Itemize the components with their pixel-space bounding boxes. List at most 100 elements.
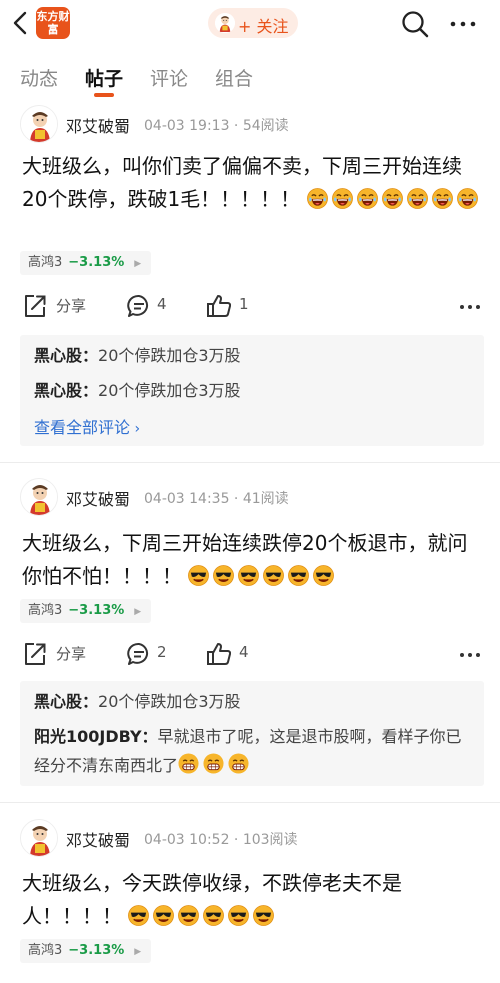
sunglasses-emoji-icon — [153, 905, 174, 926]
sunglasses-emoji-icon — [228, 905, 249, 926]
sunglasses-emoji-icon — [203, 905, 224, 926]
thumbs-up-icon — [207, 643, 232, 665]
emoji-group — [307, 187, 482, 211]
stock-tag[interactable]: 高鸿3 −3.13% ▶ — [20, 599, 152, 623]
avatar[interactable] — [20, 478, 58, 516]
divider — [0, 802, 500, 803]
play-arrow-icon: ▶ — [134, 259, 142, 269]
sunglasses-emoji-icon — [253, 905, 274, 926]
post-actions: 分享 2 4 — [0, 639, 500, 669]
laughing-emoji-icon — [432, 188, 453, 209]
author-name[interactable]: 邓艾破蜀 — [66, 113, 130, 137]
sunglasses-emoji-icon — [263, 565, 284, 586]
comment-user[interactable]: 黑心股： — [34, 346, 98, 365]
like-button[interactable]: 1 — [206, 291, 256, 321]
laughing-emoji-icon — [332, 188, 353, 209]
like-count: 1 — [239, 295, 249, 313]
avatar[interactable] — [20, 819, 58, 857]
comment-icon — [127, 294, 149, 317]
emoji-group — [178, 756, 253, 775]
stock-name: 高鸿3 — [28, 603, 63, 618]
comment-user[interactable]: 黑心股： — [34, 692, 98, 711]
comment-icon — [127, 642, 149, 665]
top-bar: 东方财富 + 关注 — [0, 0, 500, 48]
stock-name: 高鸿3 — [28, 943, 63, 958]
follow-button[interactable]: + 关注 — [208, 8, 298, 38]
more-icon[interactable] — [458, 297, 482, 317]
comment-line[interactable]: 阳光100JDBY：早就退市了呢，这是退市股啊，看样子你已经分不清东南西北了 — [34, 722, 474, 780]
stock-change: −3.13% — [68, 943, 125, 958]
like-count: 4 — [239, 643, 249, 661]
comment-text: 20个停跌加仓3万股 — [98, 346, 241, 365]
chevron-right-icon: › — [130, 421, 141, 437]
comment-user[interactable]: 阳光100JDBY： — [34, 727, 158, 746]
stock-tag[interactable]: 高鸿3 −3.13% ▶ — [20, 251, 152, 275]
follow-label: + 关注 — [238, 17, 289, 36]
divider — [0, 462, 500, 463]
see-all-comments-link[interactable]: 查看全部评论 › — [34, 414, 140, 438]
play-arrow-icon: ▶ — [134, 947, 142, 957]
author-name[interactable]: 邓艾破蜀 — [66, 827, 130, 851]
sunglasses-emoji-icon — [128, 905, 149, 926]
tab-comments[interactable]: 评论 — [150, 64, 188, 91]
share-button[interactable]: 分享 — [22, 291, 92, 321]
comment-line[interactable]: 黑心股：20个停跌加仓3万股 — [34, 341, 474, 370]
tab-posts[interactable]: 帖子 — [85, 64, 123, 91]
sunglasses-emoji-icon — [288, 565, 309, 586]
like-button[interactable]: 4 — [206, 639, 256, 669]
see-all-label: 查看全部评论 — [34, 418, 131, 437]
comment-count: 4 — [157, 295, 167, 313]
play-arrow-icon: ▶ — [134, 607, 142, 617]
laughing-emoji-icon — [457, 188, 478, 209]
back-arrow-icon[interactable] — [8, 10, 34, 36]
comment-line[interactable]: 黑心股：20个停跌加仓3万股 — [34, 687, 474, 716]
post-meta: 04-03 14:35 · 41阅读 — [144, 491, 289, 507]
avatar[interactable] — [20, 105, 58, 143]
tab-portfolio[interactable]: 组合 — [215, 64, 253, 91]
comment-line[interactable]: 黑心股：20个停跌加仓3万股 — [34, 376, 474, 405]
avatar — [215, 13, 235, 33]
grinning-emoji-icon — [203, 753, 224, 774]
laughing-emoji-icon — [407, 188, 428, 209]
emoji-group — [128, 904, 278, 928]
sunglasses-emoji-icon — [213, 565, 234, 586]
sunglasses-emoji-icon — [178, 905, 199, 926]
stock-name: 高鸿3 — [28, 255, 63, 270]
comment-preview[interactable]: 黑心股：20个停跌加仓3万股 阳光100JDBY：早就退市了呢，这是退市股啊，看… — [20, 681, 484, 786]
more-icon[interactable] — [458, 645, 482, 665]
search-icon[interactable] — [400, 9, 430, 39]
post-meta: 04-03 10:52 · 103阅读 — [144, 832, 298, 848]
post-meta: 04-03 19:13 · 54阅读 — [144, 118, 289, 134]
post-content[interactable]: 大班级么，今天跌停收绿，不跌停老夫不是人！！！！ — [22, 867, 482, 933]
tab-bar: 动态 帖子 评论 组合 — [0, 62, 500, 98]
tab-dynamics[interactable]: 动态 — [20, 64, 58, 91]
stock-change: −3.13% — [68, 255, 125, 270]
thumbs-up-icon — [207, 295, 232, 317]
post-actions: 分享 4 1 — [0, 291, 500, 321]
emoji-group — [188, 564, 338, 588]
sunglasses-emoji-icon — [188, 565, 209, 586]
share-button[interactable]: 分享 — [22, 639, 92, 669]
post-content[interactable]: 大班级么，下周三开始连续跌停20个板退市，就问你怕不怕！！！！ — [22, 527, 482, 593]
tab-underline — [94, 93, 114, 97]
comment-button[interactable]: 2 — [126, 639, 176, 669]
stock-change: −3.13% — [68, 603, 125, 618]
share-icon — [25, 295, 46, 317]
laughing-emoji-icon — [382, 188, 403, 209]
more-icon[interactable] — [448, 9, 478, 39]
laughing-emoji-icon — [307, 188, 328, 209]
sunglasses-emoji-icon — [313, 565, 334, 586]
share-icon — [25, 643, 46, 665]
comment-preview[interactable]: 黑心股：20个停跌加仓3万股 黑心股：20个停跌加仓3万股 查看全部评论 › — [20, 335, 484, 446]
sunglasses-emoji-icon — [238, 565, 259, 586]
laughing-emoji-icon — [357, 188, 378, 209]
app-logo[interactable]: 东方财富 — [36, 7, 70, 39]
comment-user[interactable]: 黑心股： — [34, 381, 98, 400]
post-content[interactable]: 大班级么，叫你们卖了偏偏不卖，下周三开始连续20个跌停，跌破1毛！！！！！ — [22, 150, 482, 216]
author-name[interactable]: 邓艾破蜀 — [66, 486, 130, 510]
share-label: 分享 — [56, 297, 87, 315]
comment-button[interactable]: 4 — [126, 291, 176, 321]
comment-text: 20个停跌加仓3万股 — [98, 381, 241, 400]
stock-tag[interactable]: 高鸿3 −3.13% ▶ — [20, 939, 152, 963]
grinning-emoji-icon — [178, 753, 199, 774]
